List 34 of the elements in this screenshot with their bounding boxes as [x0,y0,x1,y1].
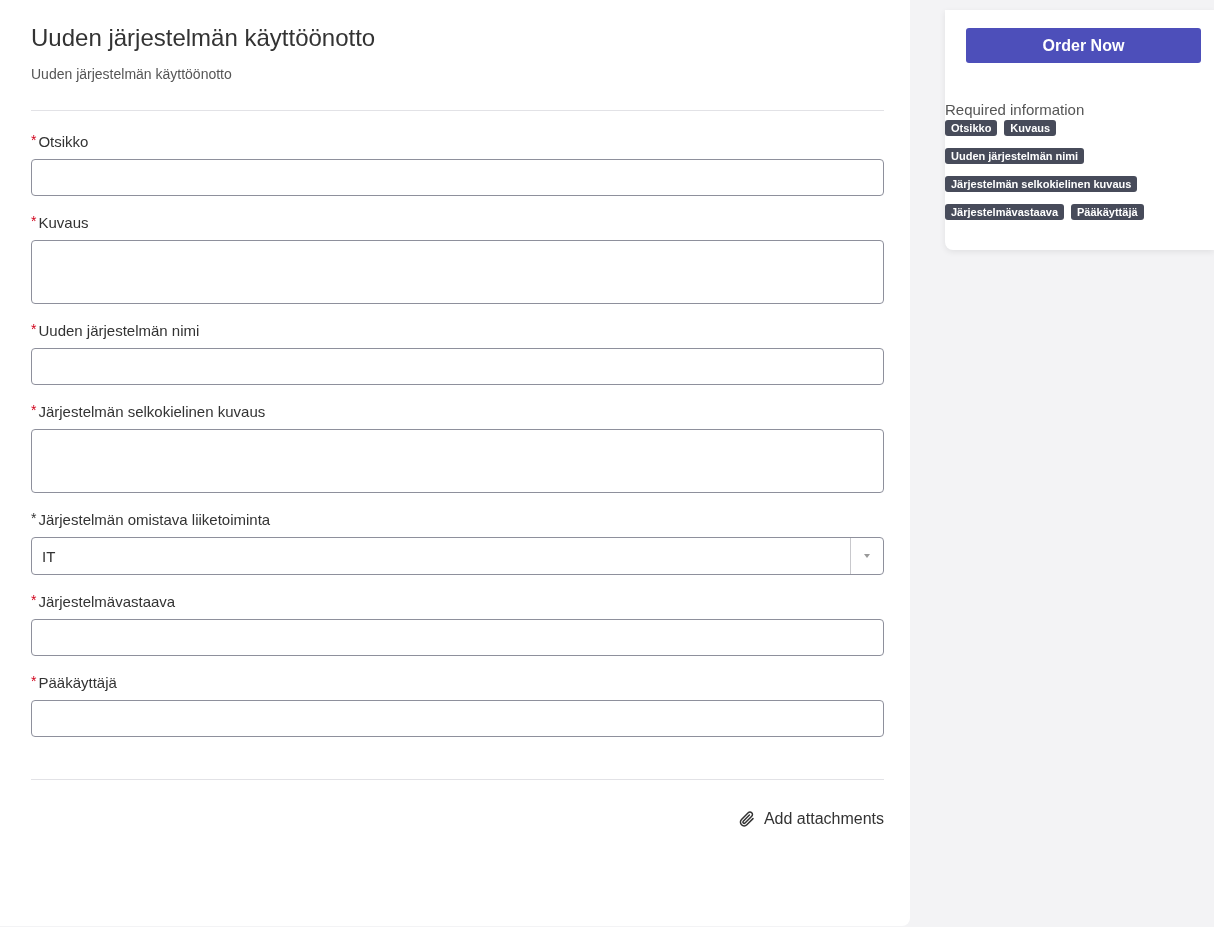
paperclip-icon [737,810,756,828]
input-field[interactable] [31,700,884,737]
page-title: Uuden järjestelmän käyttöönotto [31,24,377,52]
required-marker: * [31,674,37,688]
required-tag: Uuden järjestelmän nimi [945,148,1085,164]
field-label: Otsikko [38,133,89,150]
required-marker: * [31,593,37,607]
required-marker: * [31,214,37,228]
input-field[interactable] [31,619,884,656]
field-label: Järjestelmän omistava liiketoiminta [38,511,271,528]
required-marker: * [31,511,37,525]
page-subtitle: Uuden järjestelmän käyttöönotto [31,66,233,82]
required-tag: Järjestelmän selkokielinen kuvaus [945,176,1138,192]
input-field[interactable] [31,159,884,196]
add-attachments-link[interactable]: Add attachments [737,810,884,828]
field-label: Järjestelmän selkokielinen kuvaus [38,403,266,420]
text-area[interactable] [31,429,884,493]
required-marker: * [31,133,37,147]
required-information-heading: Required information [945,101,1086,118]
input-field[interactable] [31,348,884,385]
required-tag: Kuvaus [1004,120,1057,136]
caret-icon [864,554,870,558]
required-marker: * [31,403,37,417]
dropdown-field[interactable]: IT [31,537,884,575]
required-marker: * [31,322,37,336]
field-label: Kuvaus [38,214,89,231]
field-label: Pääkäyttäjä [38,674,117,691]
required-tag: Järjestelmävastaava [945,204,1065,220]
field-label: Uuden järjestelmän nimi [38,322,200,339]
text-area[interactable] [31,240,884,304]
field-label: Järjestelmävastaava [38,593,176,610]
required-tag: Pääkäyttäjä [1071,204,1144,220]
required-tag: Otsikko [945,120,998,136]
order-now-button[interactable]: Order Now [966,28,1201,63]
